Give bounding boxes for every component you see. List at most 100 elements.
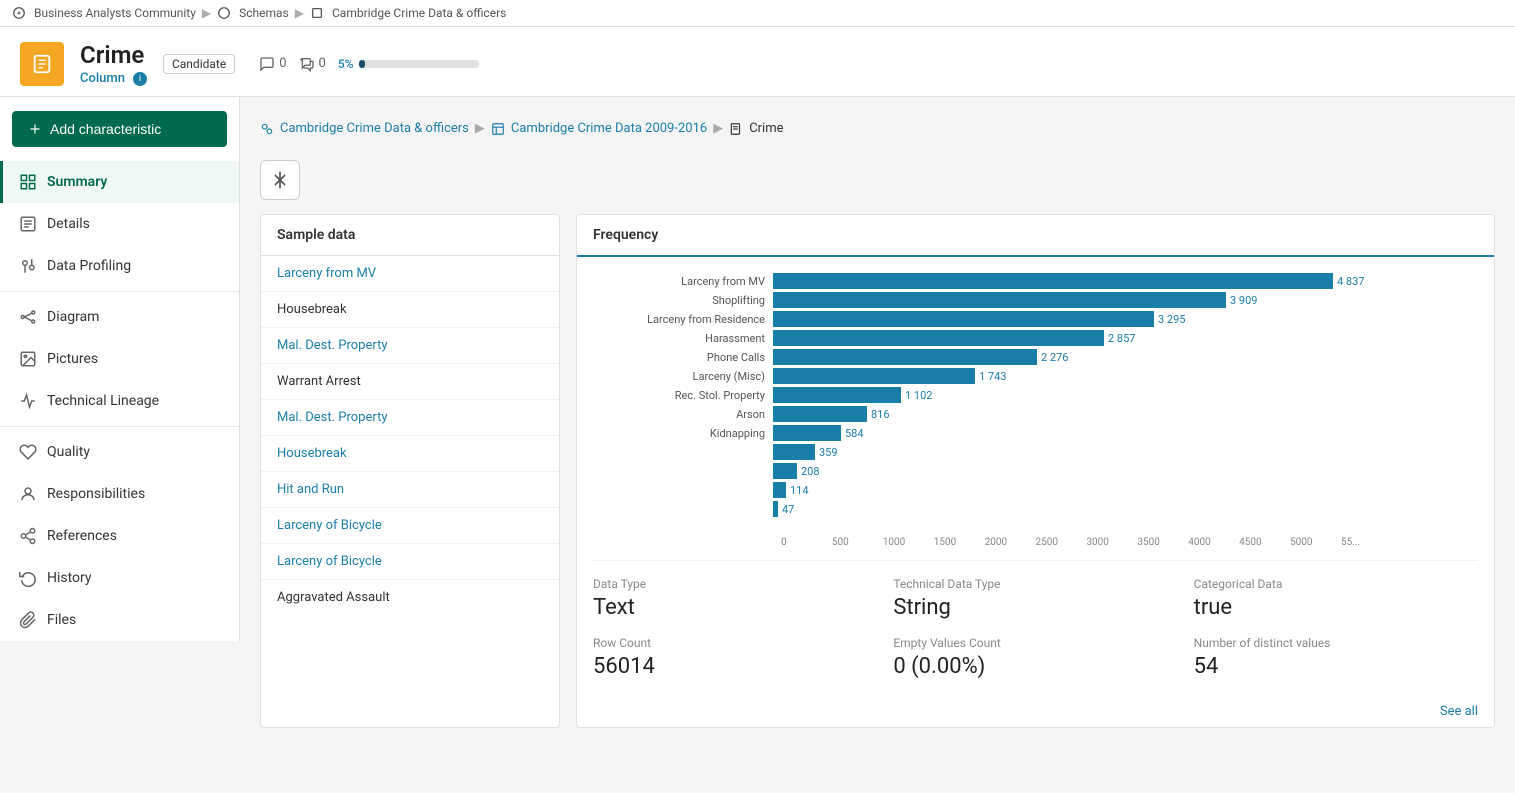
sidebar-item-details[interactable]: Details: [0, 203, 239, 245]
bar-row: Larceny (Misc) 1 743: [593, 368, 1478, 384]
quality-icon: [19, 443, 37, 461]
x-tick: 0: [781, 537, 832, 548]
stat-value: 0 (0.00%): [893, 654, 1177, 679]
bar-value: 47: [782, 503, 794, 516]
info-icon[interactable]: i: [133, 72, 147, 86]
bar-track: 2 276: [773, 349, 1068, 365]
x-tick: 2500: [1036, 537, 1087, 548]
sample-data-panel: Sample data Larceny from MVHousebreakMal…: [260, 214, 560, 728]
sample-item[interactable]: Larceny from MV: [261, 256, 559, 292]
bar-row: Shoplifting 3 909: [593, 292, 1478, 308]
comments-count[interactable]: 0: [259, 56, 286, 72]
pictures-icon: [19, 350, 37, 368]
bar-track: 2 857: [773, 330, 1135, 346]
bar-fill: [773, 292, 1226, 308]
bar-value: 2 857: [1108, 332, 1135, 345]
sub-breadcrumb-part2[interactable]: Cambridge Crime Data 2009-2016: [511, 121, 707, 136]
stat-value: 54: [1194, 654, 1478, 679]
sample-item[interactable]: Mal. Dest. Property: [261, 328, 559, 364]
sample-item[interactable]: Mal. Dest. Property: [261, 400, 559, 436]
sidebar-item-references[interactable]: References: [0, 515, 239, 557]
main-content: Cambridge Crime Data & officers ▶ Cambri…: [240, 97, 1515, 782]
bar-fill: [773, 311, 1154, 327]
bar-label: Phone Calls: [593, 351, 773, 364]
bar-value: 816: [871, 408, 890, 421]
sample-item[interactable]: Larceny of Bicycle: [261, 544, 559, 580]
history-icon: [19, 569, 37, 587]
header-info: Crime Column i: [80, 41, 147, 86]
progress-wrap: 5%: [338, 57, 480, 71]
tool-icon-button[interactable]: [260, 160, 300, 200]
x-tick: 3500: [1137, 537, 1188, 548]
bar-track: 3 295: [773, 311, 1185, 327]
add-characteristic-button[interactable]: Add characteristic: [12, 111, 227, 147]
sub-breadcrumb-part1[interactable]: Cambridge Crime Data & officers: [280, 121, 469, 136]
stat-value: true: [1194, 595, 1478, 620]
stats-grid: Data Type Text Technical Data Type Strin…: [593, 560, 1478, 679]
stat-value: Text: [593, 595, 877, 620]
sidebar-item-files[interactable]: Files: [0, 599, 239, 641]
sidebar-item-summary[interactable]: Summary: [0, 161, 239, 203]
bar-label: Larceny from MV: [593, 275, 773, 288]
frequency-panel: Frequency Larceny from MV 4 837 Shoplift…: [576, 214, 1495, 728]
sample-item[interactable]: Aggravated Assault: [261, 580, 559, 615]
bar-row: 208: [593, 463, 1478, 479]
bar-chart: Larceny from MV 4 837 Shoplifting 3 909 …: [593, 273, 1478, 517]
sidebar-navigation: Summary Details Data Profiling: [0, 161, 239, 641]
bar-row: Rec. Stol. Property 1 102: [593, 387, 1478, 403]
bar-track: 47: [773, 501, 794, 517]
sidebar-item-diagram[interactable]: Diagram: [0, 296, 239, 338]
bar-row: 359: [593, 444, 1478, 460]
sidebar-item-technical-lineage[interactable]: Technical Lineage: [0, 380, 239, 422]
bar-value: 3 295: [1158, 313, 1185, 326]
stat-label: Technical Data Type: [893, 577, 1177, 591]
sample-item[interactable]: Housebreak: [261, 292, 559, 328]
bar-value: 1 102: [905, 389, 932, 402]
sample-item[interactable]: Hit and Run: [261, 472, 559, 508]
x-tick: 4000: [1188, 537, 1239, 548]
sidebar-item-responsibilities[interactable]: Responsibilities: [0, 473, 239, 515]
sample-item[interactable]: Housebreak: [261, 436, 559, 472]
content-panels: Sample data Larceny from MVHousebreakMal…: [260, 214, 1495, 728]
page-header: Crime Column i Candidate 0 0 5%: [0, 27, 1515, 97]
stat-value: String: [893, 595, 1177, 620]
bar-row: Larceny from Residence 3 295: [593, 311, 1478, 327]
bar-value: 114: [790, 484, 809, 497]
candidate-badge: Candidate: [163, 54, 235, 74]
progress-bar-background: [359, 60, 479, 68]
sample-item[interactable]: Warrant Arrest: [261, 364, 559, 400]
sidebar-item-pictures[interactable]: Pictures: [0, 338, 239, 380]
bar-track: 208: [773, 463, 820, 479]
breadcrumb-schemas[interactable]: Schemas: [239, 6, 289, 20]
bar-track: 114: [773, 482, 809, 498]
chat-count[interactable]: 0: [299, 56, 326, 72]
breadcrumb-community[interactable]: Business Analysts Community: [34, 6, 196, 20]
sidebar-item-quality[interactable]: Quality: [0, 431, 239, 473]
bar-row: 114: [593, 482, 1478, 498]
bar-value: 4 837: [1337, 275, 1364, 288]
bar-track: 3 909: [773, 292, 1257, 308]
sample-item[interactable]: Larceny of Bicycle: [261, 508, 559, 544]
bar-row: Harassment 2 857: [593, 330, 1478, 346]
x-tick: 3000: [1086, 537, 1137, 548]
breadcrumb-dataset[interactable]: Cambridge Crime Data & officers: [332, 6, 506, 20]
files-icon: [19, 611, 37, 629]
bar-value: 3 909: [1230, 294, 1257, 307]
x-tick: 1000: [883, 537, 934, 548]
stat-item: Data Type Text: [593, 577, 877, 620]
bar-row: Arson 816: [593, 406, 1478, 422]
bar-value: 584: [845, 427, 864, 440]
bar-fill: [773, 330, 1104, 346]
profiling-icon: [19, 257, 37, 275]
see-all-link[interactable]: See all: [1440, 704, 1478, 719]
bar-fill: [773, 482, 786, 498]
bar-track: 359: [773, 444, 838, 460]
bar-label: Harassment: [593, 332, 773, 345]
stat-label: Number of distinct values: [1194, 636, 1478, 650]
x-tick: 55...: [1341, 537, 1360, 548]
sidebar-item-history[interactable]: History: [0, 557, 239, 599]
bar-fill: [773, 273, 1333, 289]
sidebar-item-data-profiling[interactable]: Data Profiling: [0, 245, 239, 287]
x-tick: 4500: [1239, 537, 1290, 548]
bar-value: 1 743: [979, 370, 1006, 383]
